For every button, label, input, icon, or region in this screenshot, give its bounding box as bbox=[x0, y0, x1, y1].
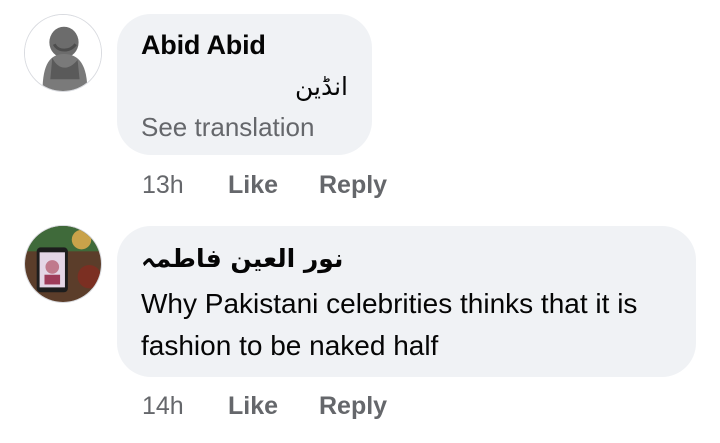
avatar[interactable] bbox=[24, 14, 102, 92]
avatar-image bbox=[25, 15, 101, 91]
avatar[interactable] bbox=[24, 225, 102, 303]
comment-text: Why Pakistani celebrities thinks that it… bbox=[141, 288, 638, 361]
comment-bubble: Abid Abid انڈین See translation bbox=[117, 14, 372, 155]
comment-item: نور العین فاطمہ Why Pakistani celebritie… bbox=[0, 220, 720, 443]
comment-author[interactable]: نور العین فاطمہ bbox=[141, 244, 343, 273]
comment-time[interactable]: 13h bbox=[142, 171, 184, 200]
comment-text: انڈین bbox=[294, 72, 348, 101]
comment-item: Abid Abid انڈین See translation 13h Like… bbox=[0, 0, 720, 220]
see-translation-link[interactable]: See translation bbox=[141, 112, 314, 143]
avatar-image bbox=[25, 226, 101, 302]
like-button[interactable]: Like bbox=[228, 171, 278, 200]
comment-bubble: نور العین فاطمہ Why Pakistani celebritie… bbox=[117, 226, 696, 377]
comment-author[interactable]: Abid Abid bbox=[141, 30, 266, 61]
reply-button[interactable]: Reply bbox=[319, 171, 387, 200]
like-button[interactable]: Like bbox=[228, 392, 278, 421]
reply-button[interactable]: Reply bbox=[319, 392, 387, 421]
comment-time[interactable]: 14h bbox=[142, 392, 184, 421]
